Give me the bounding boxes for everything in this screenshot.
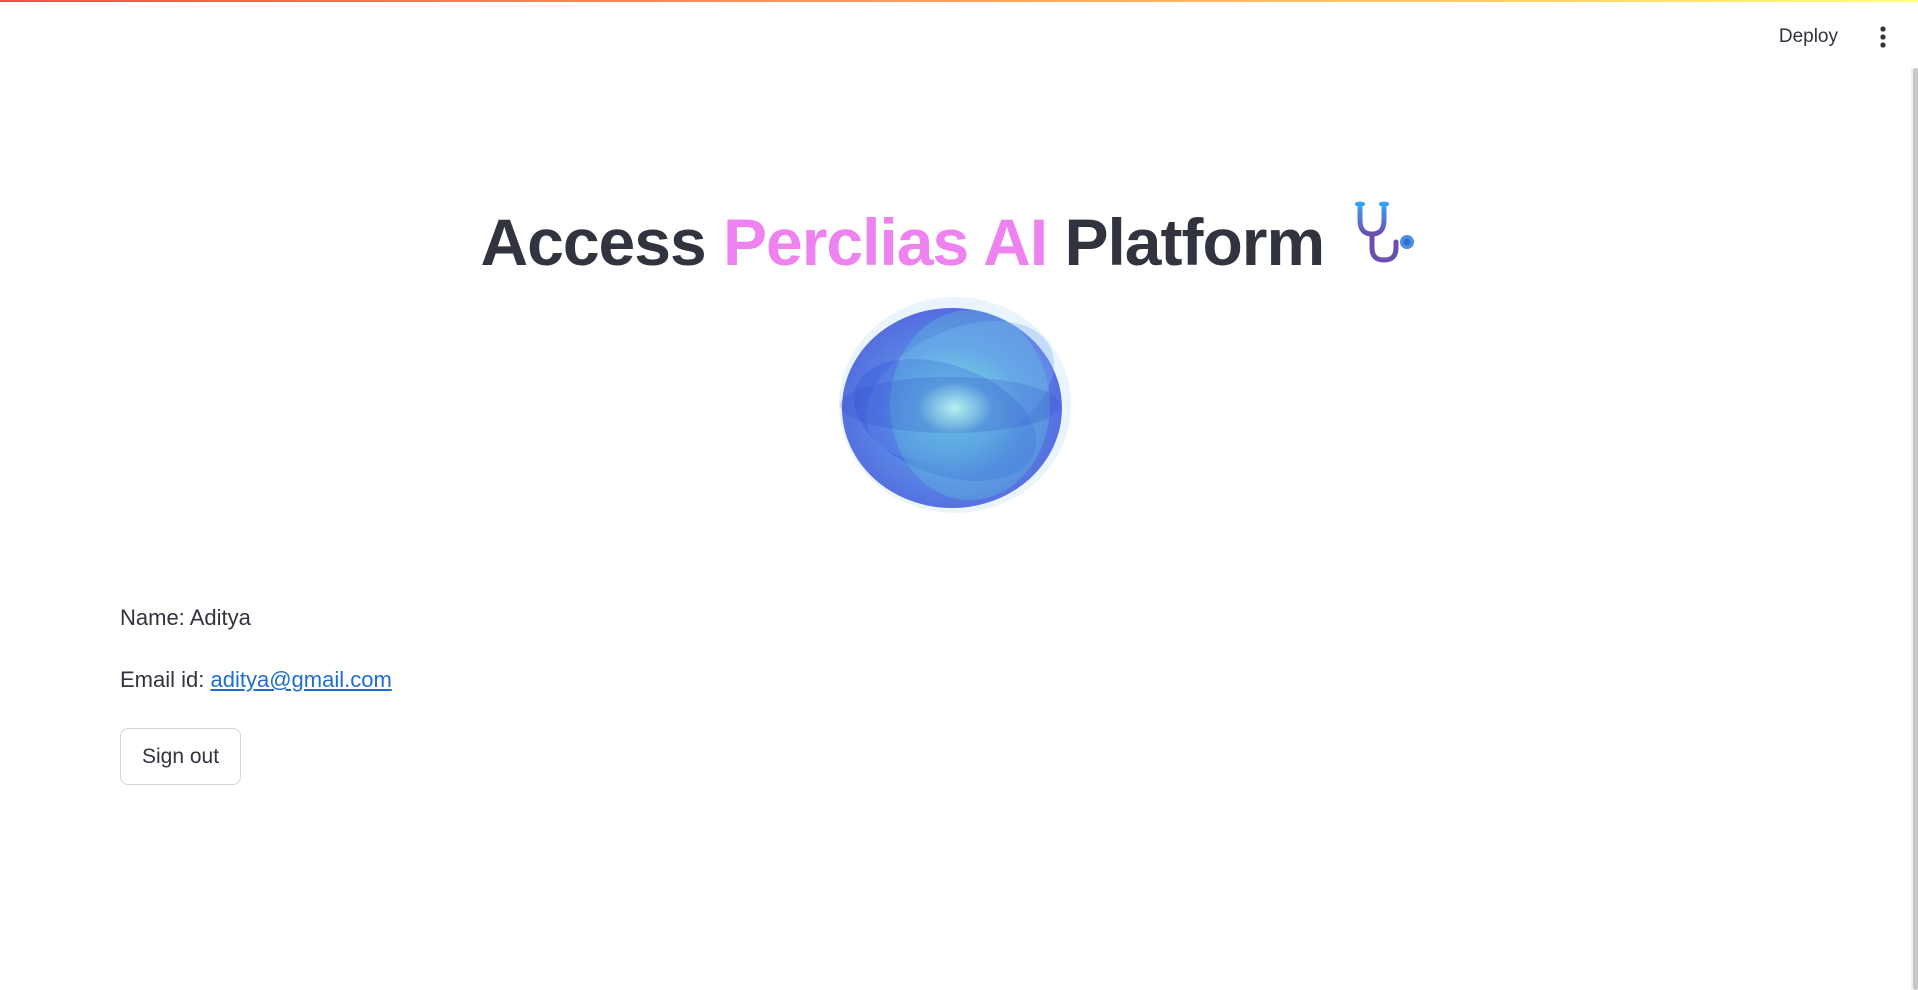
blue-orb-logo (830, 290, 1080, 520)
main-menu-button[interactable] (1866, 20, 1900, 54)
email-label: Email id: (120, 667, 211, 692)
profile-section: Name: Aditya Email id: aditya@gmail.com (120, 600, 392, 724)
app-header: Deploy (0, 2, 1918, 68)
page-title: Access Perclias AI Platform (0, 192, 1900, 293)
name-label: Name: (120, 605, 190, 630)
deploy-button[interactable]: Deploy (1769, 20, 1848, 54)
profile-name-row: Name: Aditya (120, 600, 392, 636)
name-value: Aditya (189, 605, 251, 630)
title-text-start: Access (480, 205, 724, 280)
stethoscope-icon (1352, 193, 1420, 293)
title-brand-name: Perclias AI (723, 205, 1048, 280)
kebab-menu-icon (1880, 26, 1886, 48)
profile-email-row: Email id: aditya@gmail.com (120, 662, 392, 698)
sign-out-button[interactable]: Sign out (120, 728, 241, 785)
title-text-end: Platform (1047, 205, 1325, 280)
scrollbar-thumb[interactable] (1913, 68, 1918, 990)
email-link[interactable]: aditya@gmail.com (210, 667, 391, 692)
